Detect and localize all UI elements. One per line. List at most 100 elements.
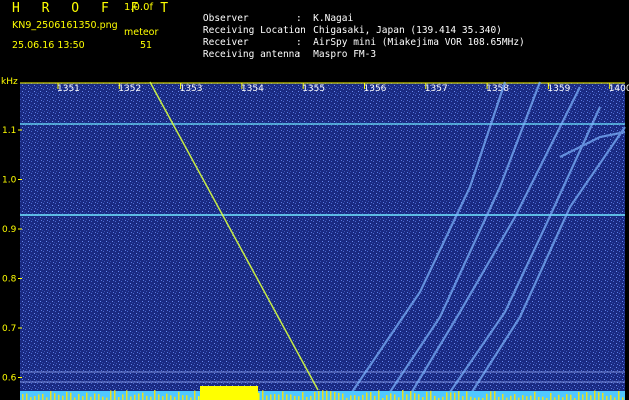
band-spike bbox=[490, 391, 492, 400]
band-spike bbox=[50, 390, 52, 400]
band-spike bbox=[434, 395, 436, 400]
info-label: Receiving antenna bbox=[202, 48, 301, 60]
band-spike bbox=[102, 396, 104, 400]
band-spike bbox=[158, 394, 160, 400]
meteor-label: meteor bbox=[124, 27, 159, 38]
band-spike bbox=[582, 394, 584, 400]
band-spike bbox=[202, 390, 204, 400]
band-spike bbox=[410, 391, 412, 400]
band-spike bbox=[270, 394, 272, 400]
info-value: : Chigasaki, Japan (139.414 35.340) bbox=[296, 24, 502, 36]
info-value: : AirSpy mini (Miakejima VOR 108.65MHz) bbox=[296, 36, 525, 48]
y-tick-label: 1.0 bbox=[2, 176, 17, 186]
x-tick-label: 1355 bbox=[302, 84, 325, 94]
band-spike bbox=[110, 390, 112, 400]
band-spike bbox=[618, 390, 620, 400]
band-spike bbox=[370, 392, 372, 400]
band-spike bbox=[534, 391, 536, 400]
band-spike bbox=[598, 392, 600, 400]
band-spike bbox=[286, 394, 288, 400]
band-spike bbox=[458, 391, 460, 400]
band-spike bbox=[414, 393, 416, 400]
band-spike bbox=[302, 392, 304, 400]
band-spike bbox=[446, 392, 448, 400]
band-spike bbox=[166, 393, 168, 400]
band-spike bbox=[310, 395, 312, 400]
band-spike bbox=[502, 394, 504, 400]
band-spike bbox=[222, 391, 224, 400]
y-tick-label: 1.1 bbox=[2, 126, 16, 136]
band-spike bbox=[138, 393, 140, 400]
band-spike bbox=[470, 396, 472, 400]
band-spike bbox=[462, 396, 464, 400]
band-spike bbox=[194, 390, 196, 400]
band-spike bbox=[62, 395, 64, 400]
x-tick-label: 1356 bbox=[364, 84, 387, 94]
band-spike bbox=[606, 395, 608, 400]
app-version: 1.0.0f bbox=[124, 2, 153, 13]
band-spike bbox=[578, 391, 580, 400]
band-spike bbox=[510, 395, 512, 400]
band-spike bbox=[162, 396, 164, 400]
band-spike bbox=[406, 394, 408, 400]
band-spike bbox=[530, 395, 532, 400]
band-spike bbox=[58, 394, 60, 400]
y-tick-label: 0.8 bbox=[2, 275, 17, 285]
band-spike bbox=[154, 390, 156, 400]
band-spike bbox=[322, 390, 324, 400]
band-spike bbox=[114, 390, 116, 400]
info-row-antenna: Receiving antenna: Maspro FM-3 bbox=[180, 40, 376, 69]
capture-datetime: 25.06.16 13:50 bbox=[12, 40, 85, 51]
band-spike bbox=[274, 394, 276, 400]
band-spike bbox=[170, 395, 172, 400]
info-value: : Maspro FM-3 bbox=[296, 48, 377, 60]
band-spike bbox=[358, 396, 360, 400]
band-spike bbox=[86, 392, 88, 400]
band-spike bbox=[418, 394, 420, 400]
band-spike bbox=[594, 390, 596, 400]
band-spike bbox=[238, 394, 240, 400]
band-spike bbox=[526, 396, 528, 400]
band-spike bbox=[278, 394, 280, 400]
band-spike bbox=[466, 391, 468, 400]
file-name: KN9_2506161350.png bbox=[12, 20, 118, 31]
x-tick-label: 1353 bbox=[180, 84, 203, 94]
band-spike bbox=[314, 391, 316, 400]
x-tick-label: 1354 bbox=[241, 84, 264, 94]
bottom-signal-highlight bbox=[200, 386, 258, 400]
band-spike bbox=[182, 395, 184, 400]
band-spike bbox=[198, 396, 200, 400]
band-spike bbox=[402, 390, 404, 400]
y-axis-unit: kHz bbox=[1, 77, 18, 87]
band-spike bbox=[78, 394, 80, 400]
band-spike bbox=[294, 395, 296, 400]
band-spike bbox=[266, 395, 268, 400]
band-spike bbox=[374, 395, 376, 400]
band-spike bbox=[142, 392, 144, 400]
band-spike bbox=[42, 393, 44, 400]
band-spike bbox=[70, 392, 72, 400]
band-spike bbox=[262, 390, 264, 400]
band-spike bbox=[250, 394, 252, 400]
band-spike bbox=[94, 393, 96, 400]
band-spike bbox=[354, 395, 356, 400]
band-spike bbox=[122, 394, 124, 400]
band-spike bbox=[342, 393, 344, 400]
band-spike bbox=[450, 392, 452, 400]
band-spike bbox=[34, 396, 36, 400]
y-tick-label: 0.7 bbox=[2, 324, 16, 334]
band-spike bbox=[454, 392, 456, 400]
band-spike bbox=[134, 394, 136, 400]
band-spike bbox=[66, 391, 68, 400]
meteor-count: 51 bbox=[140, 40, 153, 51]
band-spike bbox=[54, 393, 56, 400]
band-spike bbox=[146, 395, 148, 400]
band-spike bbox=[326, 390, 328, 400]
band-spike bbox=[426, 391, 428, 400]
band-spike bbox=[318, 391, 320, 400]
band-spike bbox=[38, 394, 40, 400]
band-spike bbox=[558, 394, 560, 400]
band-spike bbox=[82, 396, 84, 400]
x-tick-label: 1400 bbox=[609, 84, 629, 94]
band-spike bbox=[214, 393, 216, 400]
